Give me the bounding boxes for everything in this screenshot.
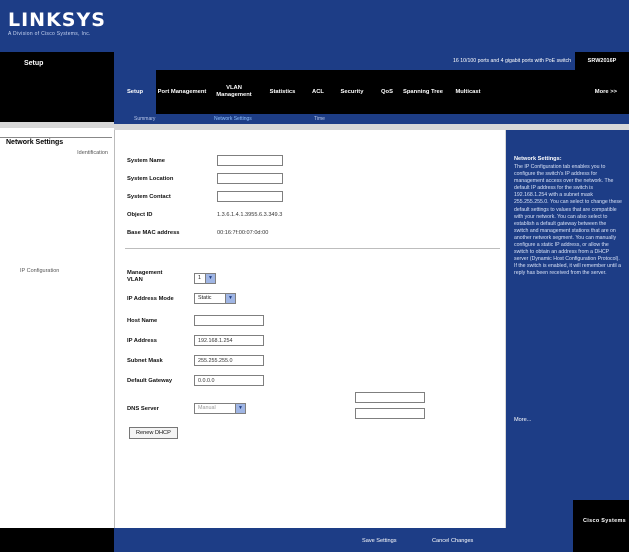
chevron-down-icon: ▼	[205, 274, 215, 283]
subnav-summary[interactable]: Summary	[134, 116, 155, 122]
tab-security[interactable]: Security	[331, 70, 373, 114]
section-divider	[125, 248, 500, 249]
product-description: 16 10/100 ports and 4 gigabit ports with…	[453, 58, 571, 64]
setup-column	[0, 52, 114, 122]
default-gateway-input[interactable]: 0.0.0.0	[194, 375, 264, 386]
product-bar: 16 10/100 ports and 4 gigabit ports with…	[114, 52, 629, 70]
management-vlan-select[interactable]: 1 ▼	[194, 273, 216, 284]
default-gateway-label: Default Gateway	[127, 378, 173, 384]
subnav-time[interactable]: Time	[314, 116, 325, 122]
help-title: Network Settings:	[514, 156, 562, 162]
ip-address-mode-select[interactable]: Static ▼	[194, 293, 236, 304]
identification-label: Identification	[77, 150, 108, 156]
dns-server-1-input[interactable]	[355, 392, 425, 403]
help-text: The IP Configuration tab enables you to …	[514, 164, 622, 277]
management-vlan-label: Management VLAN	[127, 270, 163, 283]
chevron-down-icon: ▼	[235, 404, 245, 413]
main-content: System Name System Location System Conta…	[114, 130, 505, 528]
tab-spanning-tree[interactable]: Spanning Tree	[401, 70, 445, 114]
base-mac-value: 00:16:7f:00:07:0d:00	[217, 230, 269, 236]
system-name-label: System Name	[127, 158, 166, 164]
model-number: SRW2016P	[575, 52, 629, 70]
cancel-changes-button[interactable]: Cancel Changes	[432, 538, 473, 544]
ip-address-input[interactable]: 192.168.1.254	[194, 335, 264, 346]
tab-port-management[interactable]: Port Management	[156, 70, 208, 114]
sub-navigation: Summary Network Settings Time	[114, 114, 629, 124]
management-vlan-value: 1	[198, 275, 201, 281]
footer-bar: Save Settings Cancel Changes	[114, 528, 629, 552]
tab-statistics[interactable]: Statistics	[260, 70, 305, 114]
tab-multicast[interactable]: Multicast	[445, 70, 491, 114]
setup-label: Setup	[24, 60, 44, 67]
base-mac-label: Base MAC address	[127, 230, 180, 236]
subnet-mask-label: Subnet Mask	[127, 358, 163, 364]
system-name-input[interactable]	[217, 155, 283, 166]
ip-address-mode-label: IP Address Mode	[127, 296, 174, 302]
host-name-label: Host Name	[127, 318, 158, 324]
subnav-network-settings[interactable]: Network Settings	[214, 116, 252, 122]
section-title: Network Settings	[6, 139, 64, 146]
cisco-wordmark: Cisco Systems	[583, 518, 627, 524]
tab-acl[interactable]: ACL	[305, 70, 331, 114]
tab-setup[interactable]: Setup	[114, 70, 156, 114]
ip-address-label: IP Address	[127, 338, 157, 344]
help-more-link[interactable]: More...	[514, 417, 531, 423]
tab-qos[interactable]: QoS	[373, 70, 401, 114]
ip-configuration-label: IP Configuration	[20, 268, 60, 274]
left-panel	[0, 124, 114, 528]
dns-server-select[interactable]: Manual ▼	[194, 403, 246, 414]
save-settings-button[interactable]: Save Settings	[362, 538, 397, 544]
system-contact-label: System Contact	[127, 194, 171, 200]
object-id-label: Object ID	[127, 212, 153, 218]
linksys-logo: LINKSYS A Division of Cisco Systems, Inc…	[8, 10, 106, 37]
system-location-label: System Location	[127, 176, 174, 182]
ip-address-mode-value: Static	[198, 295, 212, 301]
tab-vlan-management[interactable]: VLAN Management	[208, 70, 260, 114]
footer-left	[0, 528, 114, 552]
subnet-mask-input[interactable]: 255.255.255.0	[194, 355, 264, 366]
logo-tagline: A Division of Cisco Systems, Inc.	[8, 31, 91, 37]
help-panel: Network Settings: The IP Configuration t…	[506, 130, 629, 528]
object-id-value: 1.3.6.1.4.1.3955.6.3.349.3	[217, 212, 283, 218]
left-divider	[0, 137, 112, 138]
brand-bar: LINKSYS A Division of Cisco Systems, Inc…	[0, 0, 629, 52]
renew-dhcp-button[interactable]: Renew DHCP	[129, 427, 178, 439]
system-location-input[interactable]	[217, 173, 283, 184]
chevron-down-icon: ▼	[225, 294, 235, 303]
dns-server-label: DNS Server	[127, 406, 159, 412]
system-contact-input[interactable]	[217, 191, 283, 202]
cisco-logo: Cisco Systems	[573, 500, 629, 552]
dns-server-2-input[interactable]	[355, 408, 425, 419]
logo-wordmark: LINKSYS	[8, 9, 106, 31]
main-tabs: Setup Port Management VLAN Management St…	[114, 70, 629, 114]
host-name-input[interactable]	[194, 315, 264, 326]
tab-more[interactable]: More >>	[491, 70, 629, 114]
dns-server-value: Manual	[198, 405, 216, 411]
